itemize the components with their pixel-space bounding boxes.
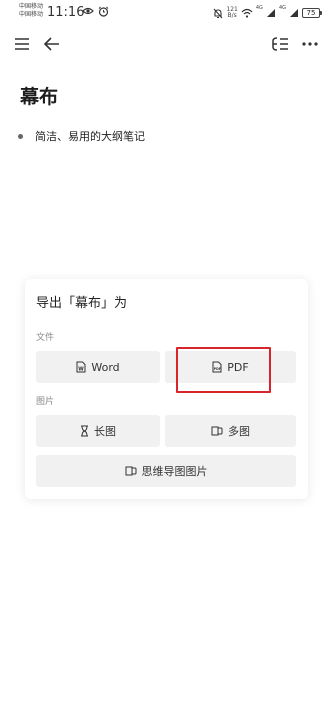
battery-indicator: 75 <box>302 8 322 18</box>
outline-node[interactable]: 简洁、易用的大纲笔记 <box>18 128 145 144</box>
export-word-label: Word <box>91 360 120 374</box>
status-icons: 121 B/s 4G 4G 75 <box>213 4 322 22</box>
export-mindmap-image-label: 思维导图图片 <box>141 465 208 478</box>
export-word-button[interactable]: W Word <box>36 351 160 383</box>
alarm-clock-icon <box>98 6 109 17</box>
outline-node-text[interactable]: 简洁、易用的大纲笔记 <box>35 128 145 144</box>
mindmap-image-icon <box>125 465 137 477</box>
signal-2-label: 4G <box>278 5 286 11</box>
mute-bell-icon <box>213 8 223 19</box>
app-toolbar <box>0 30 332 58</box>
highlight-box <box>176 347 271 393</box>
eye-icon <box>82 7 94 15</box>
carrier-2: 中国移动 <box>19 11 44 18</box>
network-speed: 121 B/s <box>226 7 237 19</box>
network-speed-unit: B/s <box>227 12 237 19</box>
carrier-1: 中国移动 <box>19 3 44 10</box>
status-time: 11:16 <box>47 5 85 20</box>
hourglass-icon <box>80 425 89 437</box>
outline-view-icon <box>271 37 289 51</box>
export-multi-image-label: 多图 <box>228 425 250 438</box>
outline-view-button[interactable] <box>266 30 294 58</box>
export-mindmap-image-button[interactable]: 思维导图图片 <box>36 455 296 487</box>
menu-button[interactable] <box>8 30 36 58</box>
word-file-icon: W <box>76 361 86 373</box>
svg-text:W: W <box>79 366 85 372</box>
export-panel: 导出「幕布」为 文件 W Word PDF PDF 图片 长图 多图 思维导图图… <box>25 279 308 499</box>
signal-2-icon <box>289 8 299 18</box>
file-section-label: 文件 <box>36 333 55 343</box>
arrow-left-icon <box>44 37 60 51</box>
export-multi-image-button[interactable]: 多图 <box>165 415 296 447</box>
more-button[interactable] <box>296 30 324 58</box>
document-title[interactable]: 幕布 <box>20 82 58 109</box>
signal-1-label: 4G <box>255 5 263 11</box>
multi-image-icon <box>211 425 223 437</box>
image-section-label: 图片 <box>36 397 55 407</box>
export-long-image-button[interactable]: 长图 <box>36 415 160 447</box>
more-horizontal-icon <box>302 42 318 46</box>
export-long-image-label: 长图 <box>94 425 116 438</box>
bullet-dot-icon[interactable] <box>18 133 23 139</box>
wifi-icon <box>241 8 253 18</box>
hamburger-menu-icon <box>14 37 30 51</box>
carrier-labels: 中国移动 中国移动 <box>19 3 43 19</box>
back-button[interactable] <box>38 30 66 58</box>
signal-1-icon <box>266 8 276 18</box>
export-panel-title: 导出「幕布」为 <box>36 296 128 311</box>
status-bar: 中国移动 中国移动 11:16 121 B/s 4G 4G 75 <box>0 0 332 26</box>
